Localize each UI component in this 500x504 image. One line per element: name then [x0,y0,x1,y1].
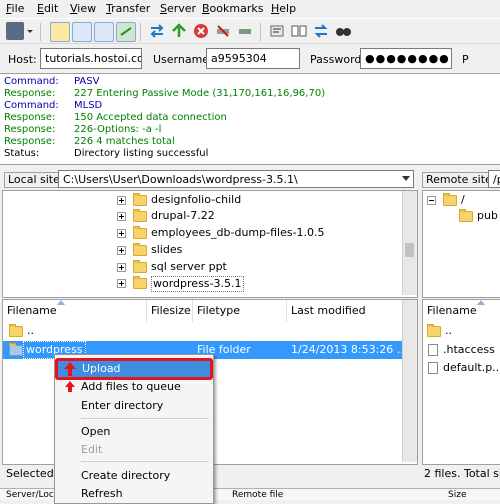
column-last-modified[interactable]: Last modified [287,300,417,322]
remote-file-list: Filename .. .htaccess default.p... [422,299,500,465]
remote-directory-tree: / pub [422,190,500,298]
column-filename[interactable]: Filename [3,300,147,322]
toolbar-separator [40,23,41,41]
cancel-icon[interactable] [192,22,210,40]
collapse-icon[interactable] [427,196,436,205]
menu-separator [81,418,209,419]
folder-icon [9,324,23,337]
menubar: File Edit View Transfer Server Bookmarks… [0,0,500,18]
table-row[interactable]: .. [3,322,403,340]
expand-icon[interactable] [117,196,126,205]
context-menu: Upload Add files to queue Enter director… [54,354,214,504]
add-to-queue-icon [65,381,75,392]
expand-icon[interactable] [117,246,126,255]
host-input[interactable]: tutorials.hostoi.com [40,48,142,69]
directory-listing-filters-icon[interactable] [268,22,286,40]
username-input[interactable]: a9595304 [206,48,300,69]
table-row[interactable]: .. [423,322,500,340]
toolbar-separator [140,23,141,41]
menu-server[interactable]: Server [160,2,196,15]
folder-icon [133,209,147,222]
menu-file[interactable]: File [6,2,24,15]
folder-icon [427,324,441,337]
chevron-down-icon[interactable] [402,176,410,182]
menu-item-add-to-queue[interactable]: Add files to queue [57,377,211,396]
folder-icon [459,209,473,222]
password-input[interactable]: ●●●●●●●● [360,48,452,69]
menu-bookmarks[interactable]: Bookmarks [202,2,263,15]
search-remote-files-icon[interactable] [334,22,352,40]
toggle-queue-icon[interactable] [116,22,136,42]
folder-icon [133,226,147,239]
local-list-scrollbar[interactable] [402,300,417,462]
toggle-remote-tree-icon[interactable] [94,22,114,42]
menu-item-enter-directory[interactable]: Enter directory [57,396,211,415]
quickconnect-bar: Host: tutorials.hostoi.com Username: a95… [0,45,500,73]
toggle-comparison-icon[interactable] [290,22,308,40]
sort-ascending-icon [57,300,65,305]
remote-site-bar: Remote site: /p [420,168,500,190]
queue-column-size[interactable]: Size [448,489,466,501]
table-row[interactable]: .htaccess [423,341,500,359]
local-tree-scrollbar[interactable] [402,191,417,295]
upload-arrow-icon [64,362,76,376]
sync-browsing-icon[interactable] [312,22,330,40]
disconnect-icon[interactable] [214,22,232,40]
site-manager-icon[interactable] [6,22,24,40]
process-queue-icon[interactable] [170,22,188,40]
menu-separator [81,461,209,462]
refresh-icon[interactable] [148,22,166,40]
toggle-log-icon[interactable] [50,22,70,42]
queue-column-remote-file[interactable]: Remote file [232,489,283,501]
column-filename[interactable]: Filename [423,300,500,322]
local-directory-tree: designfolio-child drupal-7.22 employees_… [2,190,418,298]
sort-ascending-icon [477,300,485,305]
expand-icon[interactable] [117,229,126,238]
file-icon [428,362,438,374]
column-filesize[interactable]: Filesize [147,300,193,322]
folder-icon [443,193,457,206]
dropdown-arrow-icon[interactable] [26,22,34,40]
local-site-bar: Local site: C:\Users\User\Downloads\word… [0,168,418,190]
table-row[interactable]: default.p... [423,359,500,377]
port-label: P [462,53,469,66]
folder-icon [133,260,147,273]
menu-item-open[interactable]: Open [57,422,211,441]
expand-icon[interactable] [117,263,126,272]
folder-icon [133,193,147,206]
remote-status-text: 2 files. Total siz [424,467,500,480]
password-label: Password: [310,53,366,66]
local-site-path-input[interactable]: C:\Users\User\Downloads\wordpress-3.5.1\ [58,170,414,188]
folder-icon [9,343,23,356]
menu-view[interactable]: View [70,2,96,15]
scroll-thumb[interactable] [405,243,414,257]
toggle-local-tree-icon[interactable] [72,22,92,42]
folder-icon [133,276,147,289]
menu-item-edit: Edit [81,443,103,456]
column-filetype[interactable]: Filetype [193,300,287,322]
file-icon [428,344,438,356]
menu-item-refresh[interactable]: Refresh [57,484,211,503]
menu-transfer[interactable]: Transfer [106,2,150,15]
folder-icon [133,243,147,256]
message-log: Command: PASV Response: 227 Entering Passi… [0,73,500,165]
expand-icon[interactable] [117,279,126,288]
menu-edit[interactable]: Edit [37,2,58,15]
toolbar [0,18,500,44]
host-label: Host: [8,53,37,66]
menu-help[interactable]: Help [271,2,296,15]
expand-icon[interactable] [117,212,126,221]
remote-site-path-input[interactable]: /p [488,170,500,188]
toolbar-separator [260,23,261,41]
menu-item-create-directory[interactable]: Create directory [57,466,211,485]
reconnect-icon[interactable] [236,22,254,40]
username-label: Username: [153,53,213,66]
